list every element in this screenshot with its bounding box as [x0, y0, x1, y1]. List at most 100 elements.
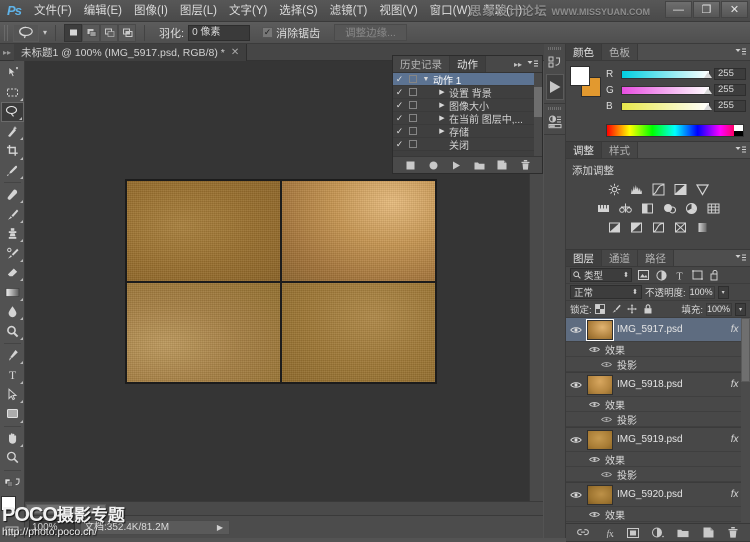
layer-fx-icon[interactable]: fx — [731, 434, 741, 445]
menu-type[interactable]: 文字(Y) — [223, 0, 273, 22]
eye-icon[interactable] — [600, 361, 613, 368]
eye-icon[interactable] — [569, 326, 583, 334]
eyedropper-tool[interactable] — [1, 161, 24, 180]
blue-value[interactable]: 255 — [714, 100, 746, 112]
magic-wand-tool[interactable] — [1, 122, 24, 141]
selective-color-icon[interactable] — [695, 220, 710, 234]
opacity-value[interactable]: 100% — [689, 286, 715, 299]
action-dialog-toggle-icon[interactable] — [406, 140, 419, 148]
vibrance-icon[interactable] — [695, 182, 710, 196]
hand-tool[interactable] — [1, 429, 24, 448]
tab-swatches[interactable]: 色板 — [602, 44, 638, 60]
layer-mask-icon[interactable] — [627, 527, 639, 539]
action-enabled-check-icon[interactable]: ✓ — [393, 87, 406, 98]
eye-icon[interactable] — [600, 471, 613, 478]
lasso-tool[interactable] — [1, 102, 24, 122]
smart-object-filter-icon[interactable] — [708, 268, 722, 282]
green-slider[interactable] — [621, 86, 710, 95]
panel-menu-icon[interactable] — [734, 144, 746, 156]
dock-drag-handle[interactable] — [548, 47, 562, 50]
lock-transparent-icon[interactable] — [595, 304, 606, 315]
foreground-color-swatch[interactable] — [570, 66, 590, 86]
zoom-level-input[interactable]: 100% — [29, 520, 75, 535]
action-dialog-toggle-icon[interactable] — [406, 101, 419, 109]
tool-preset-chevron-icon[interactable]: ▾ — [43, 28, 47, 37]
chevron-down-icon[interactable]: ▼ — [419, 76, 433, 83]
panel-menu-icon[interactable] — [526, 58, 538, 70]
layer-thumbnail[interactable] — [587, 485, 613, 505]
tab-layers[interactable]: 图层 — [566, 250, 602, 266]
menu-image[interactable]: 图像(I) — [128, 0, 174, 22]
photo-filter-icon[interactable] — [662, 201, 677, 215]
action-enabled-check-icon[interactable]: ✓ — [393, 139, 406, 150]
clone-stamp-tool[interactable] — [1, 224, 24, 243]
lock-position-icon[interactable] — [627, 304, 638, 315]
adjustments-panel-icon[interactable] — [546, 113, 564, 131]
quick-mask-button[interactable] — [1, 523, 23, 538]
close-icon[interactable]: ✕ — [231, 47, 239, 58]
canvas-horizontal-scrollbar[interactable] — [25, 501, 543, 515]
layer-thumbnail[interactable] — [587, 375, 613, 395]
red-slider[interactable] — [621, 70, 710, 79]
layer-row[interactable]: IMG_5920.psd fx ▴ — [566, 483, 750, 507]
fill-chevron-down-icon[interactable]: ▾ — [735, 303, 746, 316]
brightness-contrast-icon[interactable] — [607, 182, 622, 196]
chevron-right-icon[interactable]: ▶ — [217, 521, 223, 534]
document-tab[interactable]: 未标题1 @ 100% (IMG_5917.psd, RGB/8) * ✕ — [14, 44, 247, 61]
lock-all-icon[interactable] — [643, 304, 654, 315]
eye-icon[interactable] — [600, 416, 613, 423]
pixel-filter-icon[interactable] — [636, 268, 650, 282]
action-enabled-check-icon[interactable]: ✓ — [393, 126, 406, 137]
chevron-right-icon[interactable]: ▶ — [435, 88, 449, 96]
adjustment-filter-icon[interactable] — [654, 268, 668, 282]
zoom-tool[interactable] — [1, 448, 24, 467]
foreground-color-swatch[interactable] — [1, 496, 16, 511]
red-value[interactable]: 255 — [714, 68, 746, 80]
actions-scrollbar[interactable] — [534, 73, 542, 156]
scrollbar-thumb[interactable] — [741, 318, 750, 382]
blur-tool[interactable] — [1, 302, 24, 321]
layer-fx-icon[interactable]: fx — [731, 379, 741, 390]
intersect-selection-button[interactable] — [118, 24, 136, 42]
panel-menu-icon[interactable] — [734, 46, 746, 58]
layer-filter-select[interactable]: 类型 ⬍ — [570, 268, 632, 282]
eye-icon[interactable] — [569, 436, 583, 444]
history-brush-tool[interactable] — [1, 243, 24, 262]
new-selection-button[interactable] — [64, 24, 82, 42]
crop-tool[interactable] — [1, 141, 24, 160]
action-dialog-toggle-icon[interactable] — [406, 88, 419, 96]
play-icon[interactable] — [451, 160, 462, 171]
layer-row[interactable]: IMG_5917.psd fx ▴ — [566, 318, 750, 342]
dock-drag-handle[interactable] — [548, 107, 562, 110]
marquee-tool[interactable] — [1, 82, 24, 101]
lock-image-icon[interactable] — [611, 304, 622, 315]
restore-button[interactable]: ❐ — [693, 1, 720, 18]
new-fill-adjustment-icon[interactable] — [652, 527, 664, 539]
exposure-icon[interactable] — [673, 182, 688, 196]
tab-styles[interactable]: 样式 — [602, 142, 638, 158]
artboard[interactable] — [125, 179, 437, 384]
layer-effect-shadow-row[interactable]: 投影 — [566, 522, 750, 523]
document-info[interactable]: 文档:352.4K/81.2M ▶ — [80, 520, 230, 535]
invert-icon[interactable] — [607, 220, 622, 234]
chevron-updown-icon[interactable]: ⬍ — [632, 288, 638, 296]
menu-select[interactable]: 选择(S) — [273, 0, 323, 22]
actions-panel-icon[interactable] — [546, 74, 564, 100]
eye-icon[interactable] — [588, 511, 601, 518]
action-row[interactable]: ✓ 关闭 — [393, 138, 542, 151]
panel-menu-icon[interactable] — [734, 252, 746, 264]
eye-icon[interactable] — [588, 456, 601, 463]
action-enabled-check-icon[interactable]: ✓ — [393, 74, 406, 85]
new-group-icon[interactable] — [677, 527, 689, 539]
type-tool[interactable]: T — [1, 365, 24, 384]
layer-row[interactable]: IMG_5918.psd fx ▴ — [566, 373, 750, 397]
tab-channels[interactable]: 通道 — [602, 250, 638, 266]
subtract-from-selection-button[interactable] — [100, 24, 118, 42]
eye-icon[interactable] — [569, 381, 583, 389]
black-white-icon[interactable] — [640, 201, 655, 215]
layer-effects-row[interactable]: 效果 — [566, 507, 750, 522]
curves-icon[interactable] — [651, 182, 666, 196]
delete-icon[interactable] — [520, 160, 531, 171]
action-enabled-check-icon[interactable]: ✓ — [393, 100, 406, 111]
chevron-updown-icon[interactable]: ⬍ — [623, 271, 629, 279]
